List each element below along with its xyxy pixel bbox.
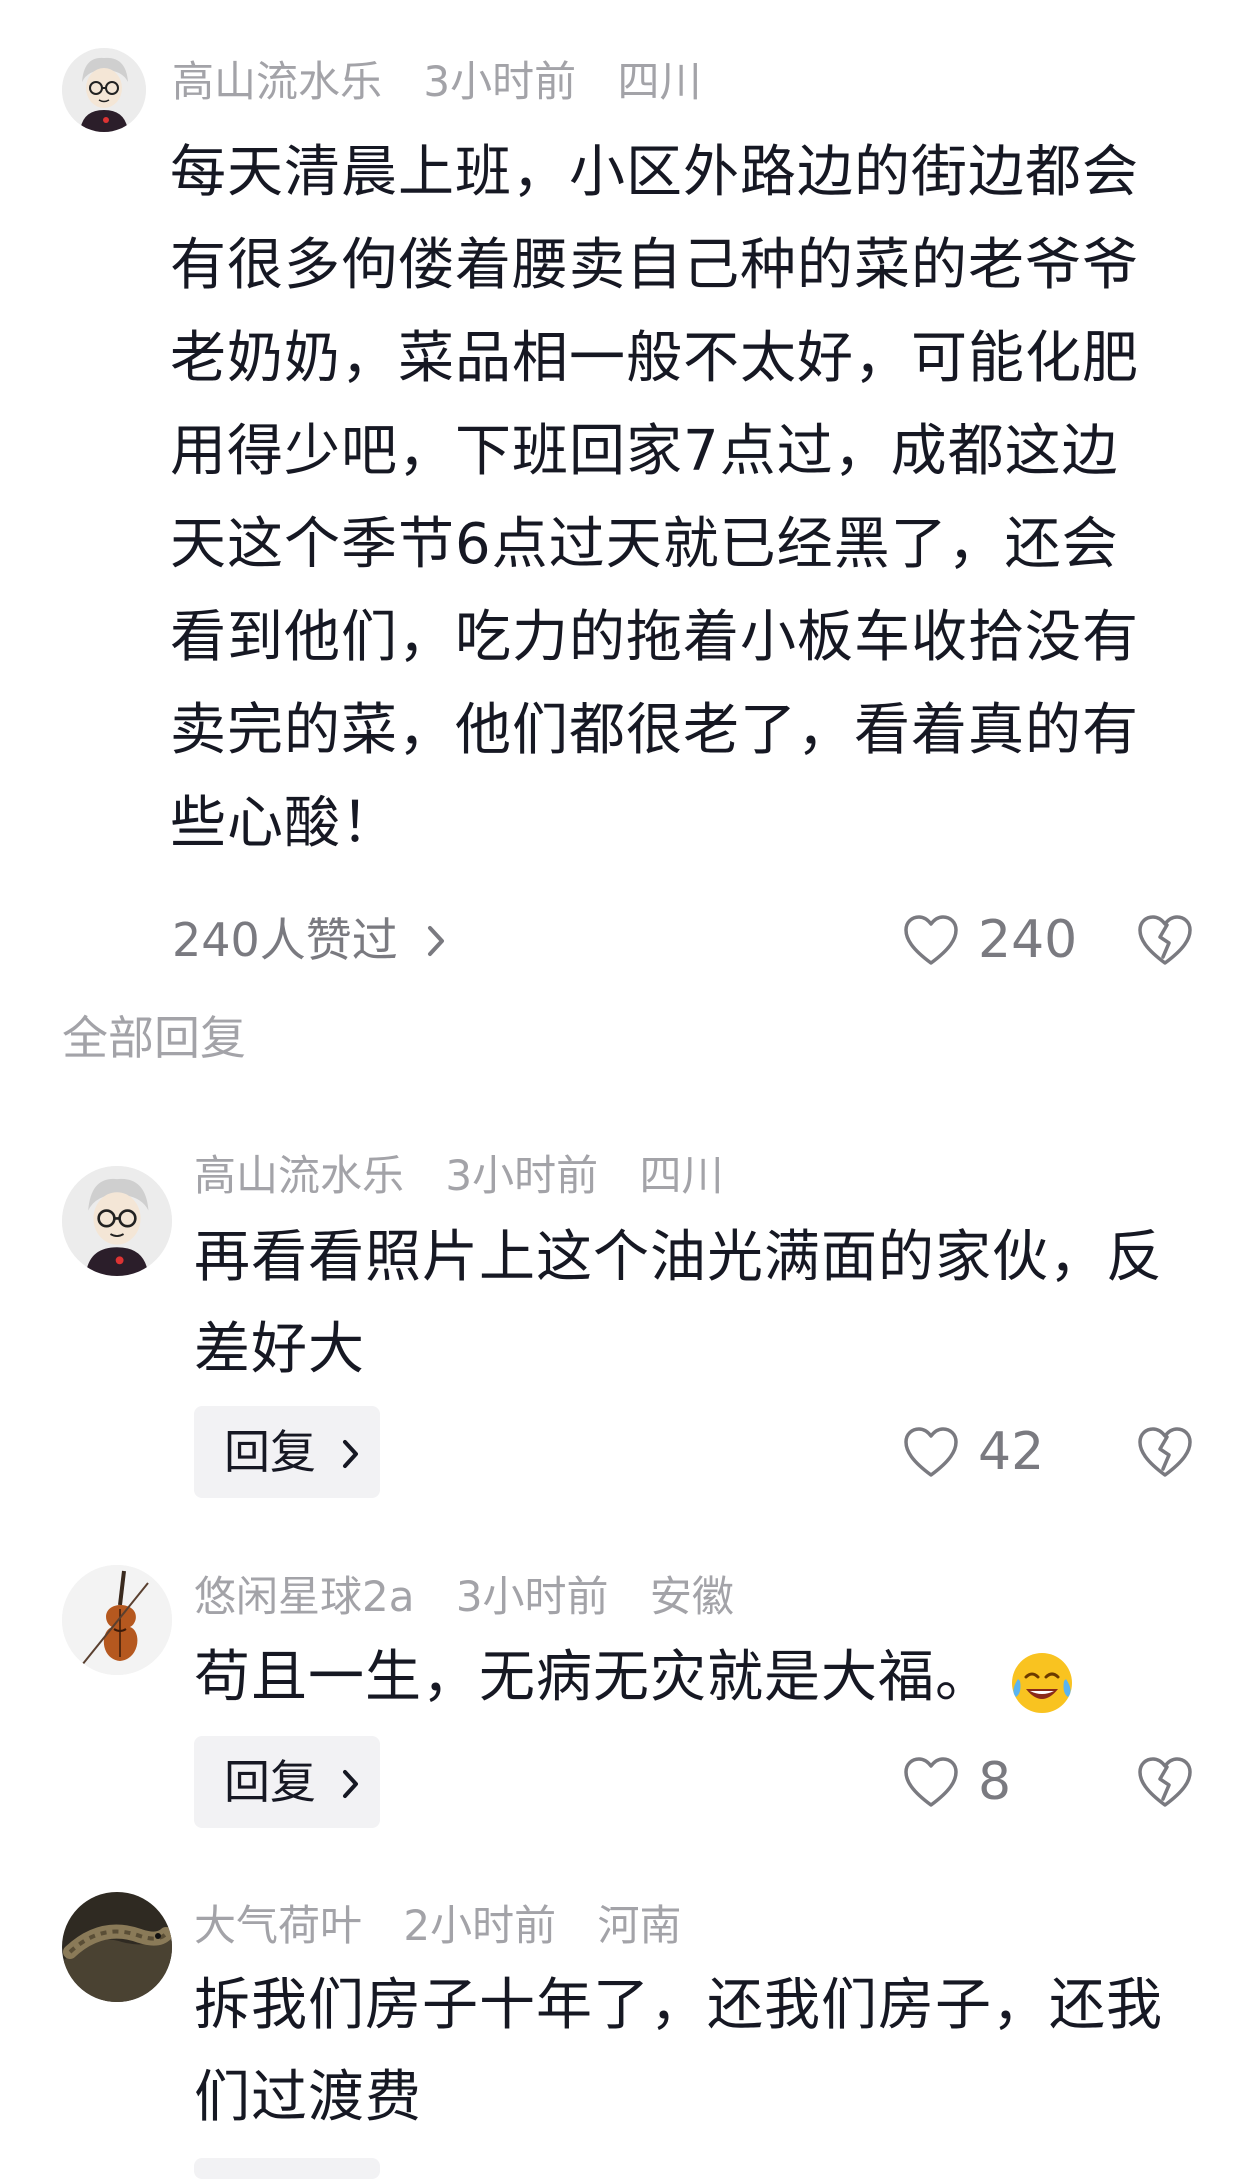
main-dislike-button[interactable] xyxy=(1136,905,1194,975)
avatar-reply-3[interactable] xyxy=(62,1892,172,2002)
heart-outline-icon xyxy=(904,915,958,965)
avatar-main[interactable] xyxy=(62,48,146,132)
main-like-count: 240 xyxy=(978,910,1078,970)
avatar-reply-2[interactable] xyxy=(62,1565,172,1675)
reply-3-username[interactable]: 大气荷叶 xyxy=(194,1901,362,1950)
liked-by-link[interactable]: 240人赞过 xyxy=(172,910,448,970)
reply-3-text[interactable]: 拆我们房子十年了，还我们房子，还我们过渡费 xyxy=(194,1960,1184,2144)
reply-1-reply-button[interactable]: 回复 xyxy=(194,1406,380,1498)
reply-2-reply-label: 回复 xyxy=(224,1755,316,1809)
reply-1-location: 四川 xyxy=(639,1151,724,1200)
reply-1-meta: 高山流水乐 3小时前 四川 xyxy=(194,1146,751,1206)
reply-1-like-button[interactable]: 42 xyxy=(902,1417,1044,1487)
chevron-right-icon xyxy=(342,1440,358,1468)
reply-3-time: 2小时前 xyxy=(403,1901,557,1950)
cartoon-glasses-avatar-icon xyxy=(62,1166,172,1276)
reply-1-like-count: 42 xyxy=(978,1422,1045,1482)
reply-2-meta: 悠闲星球2a 3小时前 安徽 xyxy=(194,1567,762,1627)
reply-2-username[interactable]: 悠闲星球2a xyxy=(194,1572,414,1621)
broken-heart-icon xyxy=(1138,915,1192,965)
reply-1-time: 3小时前 xyxy=(445,1151,599,1200)
liked-by-text: 240人赞过 xyxy=(172,913,398,967)
reply-1-dislike-button[interactable] xyxy=(1136,1417,1194,1487)
main-comment-meta: 高山流水乐 3小时前 四川 xyxy=(172,52,729,112)
reply-1-username[interactable]: 高山流水乐 xyxy=(194,1151,404,1200)
broken-heart-icon xyxy=(1138,1757,1192,1807)
crying-laughing-emoji-icon xyxy=(1012,1652,1072,1713)
heart-outline-icon xyxy=(904,1757,958,1807)
all-replies-label: 全部回复 xyxy=(62,1011,246,1065)
violin-avatar-icon xyxy=(62,1565,172,1675)
snake-avatar-icon xyxy=(62,1892,172,2002)
chevron-right-icon xyxy=(342,1770,358,1798)
reply-2-like-button[interactable]: 8 xyxy=(902,1747,1011,1817)
reply-2-dislike-button[interactable] xyxy=(1136,1747,1194,1817)
chevron-right-icon xyxy=(428,926,445,956)
reply-2-location: 安徽 xyxy=(649,1572,734,1621)
broken-heart-icon xyxy=(1138,1427,1192,1477)
reply-3-meta: 大气荷叶 2小时前 河南 xyxy=(194,1896,709,1956)
reply-3-reply-button[interactable]: 回复 xyxy=(194,2158,380,2179)
main-comment-location: 四川 xyxy=(617,57,702,106)
reply-2-time: 3小时前 xyxy=(455,1572,609,1621)
reply-3-location: 河南 xyxy=(597,1901,682,1950)
main-comment-time: 3小时前 xyxy=(423,57,577,106)
reply-1-text[interactable]: 再看看照片上这个油光满面的家伙，反差好大 xyxy=(194,1212,1184,1396)
main-like-button[interactable]: 240 xyxy=(902,905,1077,975)
reply-2-text[interactable]: 苟且一生，无病无灾就是大福。 xyxy=(194,1645,992,1710)
main-comment-username[interactable]: 高山流水乐 xyxy=(172,57,382,106)
reply-2-text-row: 苟且一生，无病无灾就是大福。 xyxy=(194,1632,1184,1724)
avatar-reply-1[interactable] xyxy=(62,1166,172,1276)
reply-1-reply-label: 回复 xyxy=(224,1425,316,1479)
cartoon-glasses-avatar-icon xyxy=(62,48,146,132)
heart-outline-icon xyxy=(904,1427,958,1477)
reply-2-like-count: 8 xyxy=(978,1752,1012,1812)
main-comment-text[interactable]: 每天清晨上班，小区外路边的街边都会有很多佝偻着腰卖自己种的菜的老爷爷老奶奶，菜品… xyxy=(170,126,1170,870)
reply-2-reply-button[interactable]: 回复 xyxy=(194,1736,380,1828)
